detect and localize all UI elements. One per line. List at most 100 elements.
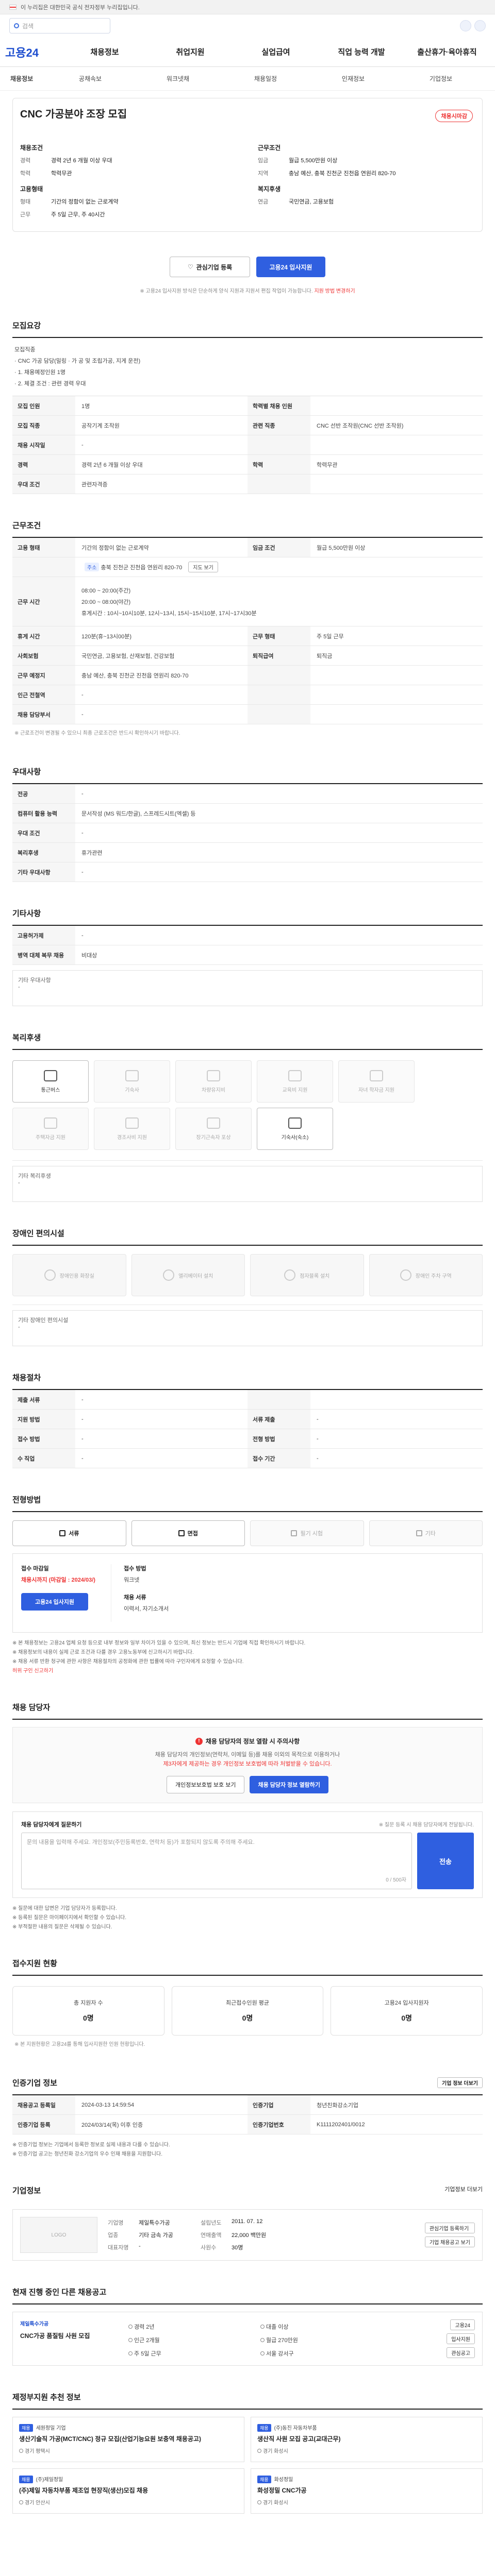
row-key: 전공 [12,784,75,803]
subnav-item[interactable]: 공채속보 [46,74,134,83]
privacy-law-button[interactable]: 개인정보보호법 보호 보기 [167,1776,245,1794]
benefit-card: 기숙사(숙소) [257,1108,333,1150]
apply-button-2[interactable]: 고용24 입사지원 [21,1593,88,1611]
company-more-link[interactable]: 기업정보 더보기 [444,2185,483,2196]
subnav-item[interactable]: 워크넷채 [134,74,222,83]
step-label: 서류 [69,1531,79,1537]
apply-note-text: ※ 고용24 입사지원 방식은 단순하게 양식 지원과 지원서 편집 작업이 가… [140,289,313,294]
step-label: 면접 [187,1531,198,1537]
inquiry-placeholder: 문의 내용을 입력해 주세요. 개인정보(주민등록번호, 연락처 등)가 포함되… [27,1839,255,1846]
search-input[interactable]: 검색 [9,18,110,33]
status-badge: 채용시마감 [435,110,473,122]
nav-item-leave[interactable]: 출산휴가·육아휴직 [404,46,490,57]
benefit-icon [288,1070,302,1081]
kv-key: 학력 [20,171,31,177]
mgmt-heading: 인증기업 정보 [12,2079,57,2088]
inquiry-submit-button[interactable]: 전송 [417,1833,474,1890]
employ-label: 고용형태 [20,185,43,193]
address-tag: 주소 [85,563,100,571]
benefit-card: 통근버스 [12,1060,89,1103]
work-table-bottom: 휴게 시간 120분(휴~13시00분) 근무 형태 주 5일 근무 사회보험 국민연금,… [12,626,483,724]
step-label: 기타 [425,1531,436,1537]
meta-text: 주 5일 근무 [134,2351,161,2358]
recommended-card[interactable]: 채용 (주)제일정밀 (주)제일 자동차부품 제조업 현장직(생산)모집 채용 경… [12,2468,244,2514]
card-meta-text: 경기 안산시 [25,2500,50,2506]
benefit-box-label: 기타 복리후생 [18,1173,51,1179]
step-icon [291,1530,298,1536]
mgmt-more-button[interactable]: 기업 정보 더보기 [437,2077,483,2089]
apply-box: 접수 마감일 채용시까지 (마감일 : 2024/03/) 고용24 입사지원 … [12,1553,483,1633]
other-job-card[interactable]: 제일특수가공 CNC가공 품질팀 사원 모집 경력 2년 대졸 이상 인근 2개… [12,2312,483,2366]
row-key: 근무 형태 [248,626,310,646]
company-interest-button[interactable]: 관심기업 등록하기 [424,2223,475,2234]
facility-label: 엘리베이터 설치 [178,1273,213,1279]
benefit-box-value: - [18,1180,20,1186]
other-interest-button[interactable]: 관심공고 [447,2347,475,2359]
disability-card: 장애인용 화장실 [12,1254,126,1296]
card-meta-text: 경기 화성시 [263,2448,288,2454]
row-value: - [81,1435,84,1442]
method-label: 접수 방법 [124,1566,146,1572]
subnav-item[interactable]: 기업정보 [397,74,485,83]
contact-section: 채용 담당자 ! 채용 담당자의 정보 열람 시 주의사항 채용 담당자의 개인정… [12,1702,483,1932]
note-line: ※ 채용 서류 반환 청구에 관한 사항은 채용절차의 공정화에 관한 법률에 … [12,1659,244,1665]
row-value: K1111202401/0012 [317,2121,365,2128]
char-count: 0 / 500자 [386,1877,406,1884]
recommended-card[interactable]: 채용 (주)동진 자동차부품 생산직 사원 모집 공고(교대근무) 경기 화성시 [251,2417,483,2463]
benefits-section: 복리후생 통근버스 기숙사 차량유지비 교육비 지원 자녀 학자금 지원 주택자금 지원 경… [12,1032,483,1202]
nav-item-support[interactable]: 취업지원 [147,46,233,57]
disability-box-label: 기타 장애인 편의시설 [18,1317,69,1324]
recommended-card[interactable]: 채용 세원정밀 기업 생산기술직 가공(MCT/CNC) 정규 모집(산업기능요원… [12,2417,244,2463]
status-label: 총 지원자 수 [73,2000,103,2007]
other-job-title[interactable]: CNC가공 품질팀 사원 모집 [20,2331,118,2340]
subnav-item[interactable]: 채용일정 [222,74,309,83]
alert-line: 채용 담당자의 개인정보(연락처, 이메일 등)를 채용 이외의 목적으로 이용… [155,1752,340,1758]
map-button[interactable]: 지도 보기 [188,562,218,572]
meta-text: 대졸 이상 [266,2324,289,2331]
meta-text: 서울 강서구 [266,2351,294,2358]
row-value: 120분(휴~13시00분) [81,633,132,640]
report-link[interactable]: 허위 구인 신고하기 [12,1667,483,1676]
row-key [248,1390,310,1409]
recommended-card[interactable]: 채용 화성정밀 화성정밀 CNC가공 경기 화성시 [251,2468,483,2514]
benefit-icon [207,1070,220,1081]
facility-label: 점자블록 설치 [300,1273,330,1279]
interest-label: 관심기업 등록 [196,263,233,271]
row-value: - [81,829,84,836]
card-title: (주)제일 자동차부품 제조업 현장직(생산)모집 채용 [19,2487,148,2495]
summary-desc: 모집직종 · CNC 가공 담당(밀링 · 가 공 및 조립가공, 지게 운전)… [12,338,483,396]
salary-icon [260,2338,265,2343]
inquiry-textarea[interactable]: 문의 내용을 입력해 주세요. 개인정보(주민등록번호, 연락처 등)가 포함되… [21,1833,412,1890]
row-value: - [81,1396,84,1403]
kv-value: 충남 예산, 충북 진천군 진천읍 연원리 820-70 [289,171,396,177]
info-key: 사원수 [201,2245,217,2251]
apply-note-link[interactable]: 지원 방법 변경하기 [314,289,355,294]
view-contact-button[interactable]: 채용 담당자 정보 열람하기 [250,1776,328,1794]
apply-button[interactable]: 고용24 입사지원 [256,257,325,277]
nav-item-unemployment[interactable]: 실업급여 [233,46,319,57]
site-logo[interactable]: 고용24 [5,44,62,60]
login-icon[interactable] [460,20,471,31]
benefit-label: 교육비 지원 [282,1087,308,1093]
benefit-label: 통근버스 [41,1087,60,1093]
other-apply-button[interactable]: 입사지원 [447,2333,475,2345]
work-heading: 근무조건 [12,520,483,538]
company-jobs-button[interactable]: 기업 채용공고 보기 [424,2236,475,2248]
disability-box-value: - [18,1324,20,1330]
table-row: 전공 - [12,784,483,804]
benefits-heading: 복리후생 [12,1032,483,1050]
nav-item-jobs[interactable]: 채용정보 [62,46,147,57]
row-value: 퇴직금 [317,653,333,659]
alert-actions: 개인정보보호법 보호 보기 채용 담당자 정보 열람하기 [22,1776,473,1794]
interest-button[interactable]: ♡ 관심기업 등록 [170,257,250,277]
nav-item-training[interactable]: 직업 능력 개발 [319,46,404,57]
subnav-item[interactable]: 인재정보 [309,74,397,83]
recruit-summary: 채용조건 경력 경력 2년 6 개월 이상 우대 학력 학력무관 고용형태 형태 기간… [20,136,237,223]
mgmt-table: 채용공고 등록일 2024-03-13 14:59:54 인증기업 청년친화강소기업 인… [12,2095,483,2135]
sitemap-icon[interactable] [474,20,486,31]
location-icon [260,2351,265,2356]
row-value: CNC 선반 조작원(CNC 선반 조작원) [317,422,404,429]
benefit-label: 경조사비 지원 [117,1134,147,1141]
benefit-icon [44,1117,57,1129]
row-key [248,705,310,724]
